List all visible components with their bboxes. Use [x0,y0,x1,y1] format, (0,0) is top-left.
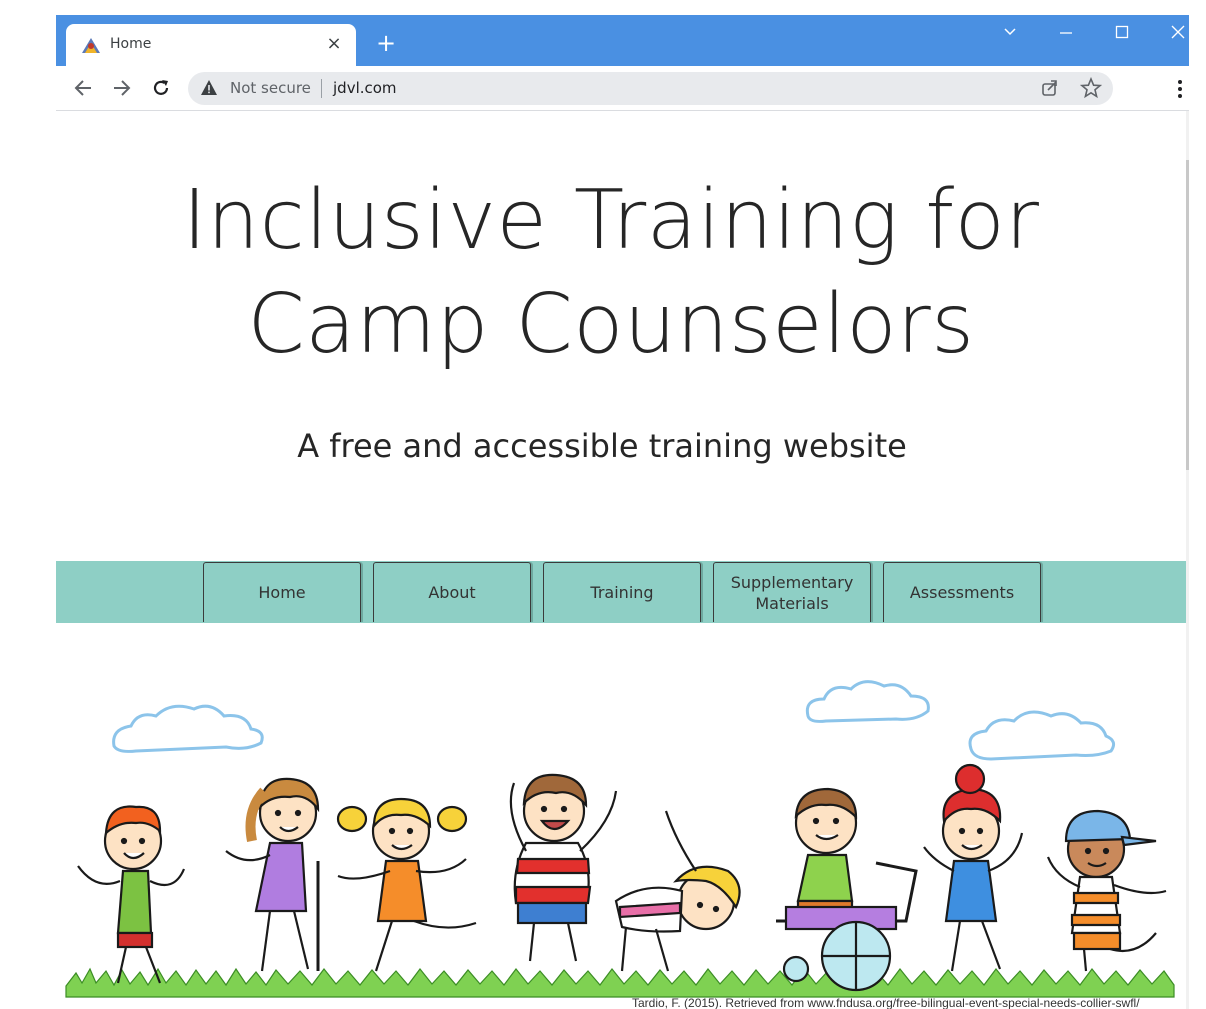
child-6 [776,787,918,992]
minimize-button[interactable] [1048,21,1084,45]
nav-assessments-button[interactable]: Assessments [883,562,1041,622]
site-subtitle: A free and accessible training website [297,427,907,465]
tab-title: Home [110,36,152,52]
scrollbar-thumb[interactable] [1186,160,1189,470]
cloud-right [968,710,1116,761]
address-divider [321,79,322,98]
url-text[interactable]: jdvl.com [333,79,397,97]
new-tab-button[interactable]: + [374,31,398,55]
child-4 [509,773,618,962]
favicon-icon [82,38,100,53]
maximize-icon [1115,25,1129,39]
share-icon[interactable] [1040,78,1060,98]
reload-icon [153,80,169,95]
tab-close-button[interactable]: × [324,32,344,56]
nav-training-button[interactable]: Training [543,562,701,622]
browser-chrome: Home × + Not secure jdvl.com [56,15,1189,111]
browser-toolbar: Not secure jdvl.com [56,66,1189,111]
back-icon [74,80,91,96]
nav-about-button[interactable]: About [373,562,531,622]
minimize-icon [1060,32,1072,34]
tab-search-button[interactable] [992,21,1028,45]
child-2 [225,777,320,972]
main-nav: Home About Training Supplementary Materi… [56,561,1186,623]
tab-search-icon [1004,28,1016,36]
child-1 [77,805,186,984]
site-title: Inclusive Training for Camp Counselors [56,169,1166,377]
nav-supplementary-button[interactable]: Supplementary Materials [713,562,871,622]
maximize-button[interactable] [1104,21,1140,45]
site-title-line-2: Camp Counselors [247,277,975,372]
forward-icon [114,80,131,96]
security-label[interactable]: Not secure [230,79,311,97]
child-5 [614,810,741,972]
tab-strip: Home × + [56,15,1189,66]
hero-illustration [65,680,1176,998]
close-icon [1171,25,1185,39]
browser-tab[interactable]: Home × [66,24,356,66]
grass [65,967,1176,998]
reload-button[interactable] [147,74,175,102]
nav-home-button[interactable]: Home [203,562,361,622]
site-title-line-1: Inclusive Training for [182,173,1040,268]
child-7 [923,763,1024,972]
star-icon[interactable] [1080,77,1102,99]
image-credit: Tardio, F. (2015). Retrieved from www.fn… [632,996,1140,1009]
child-3 [336,797,477,972]
close-window-button[interactable] [1160,21,1196,45]
warning-icon [201,80,217,95]
child-8 [1046,809,1167,972]
back-button[interactable] [69,74,97,102]
menu-icon[interactable] [1174,78,1186,100]
page-content: Inclusive Training for Camp Counselors A… [56,111,1186,1009]
forward-button[interactable] [108,74,136,102]
cloud-middle [805,680,930,723]
cloud-left [112,704,264,753]
address-bar[interactable]: Not secure jdvl.com [188,72,1113,105]
